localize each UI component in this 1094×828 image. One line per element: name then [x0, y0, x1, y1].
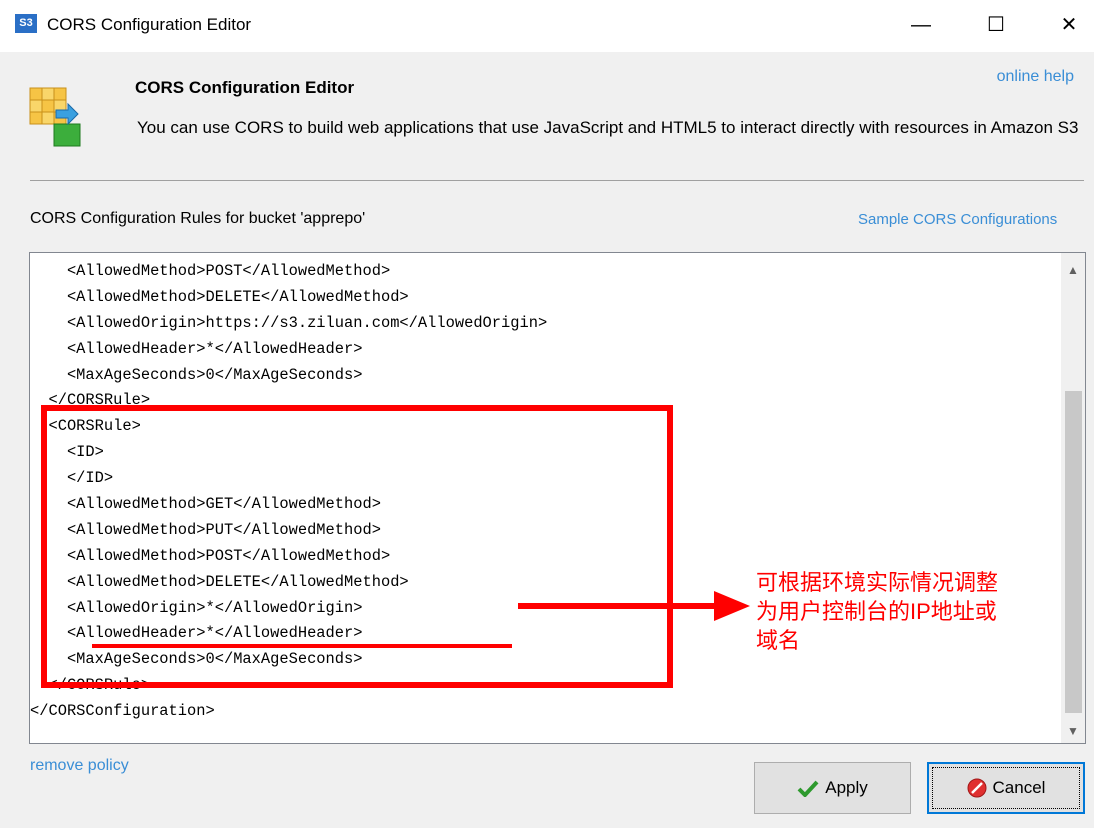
code-line: <AllowedOrigin>https://s3.ziluan.com</Al…	[30, 313, 548, 332]
window-title: CORS Configuration Editor	[47, 15, 252, 34]
vertical-scrollbar[interactable]: ▲ ▼	[1061, 253, 1085, 743]
s3-app-icon: S3	[15, 14, 37, 33]
annotation-line-2: 为用户控制台的IP地址或	[756, 599, 997, 624]
focus-rect	[932, 767, 1080, 809]
rules-label: CORS Configuration Rules for bucket 'app…	[30, 210, 366, 227]
code-line: </CORSRule>	[30, 391, 151, 410]
sample-configurations-link[interactable]: Sample CORS Configurations	[858, 211, 1057, 228]
apply-label: Apply	[825, 778, 868, 797]
annotation-text: 可根据环境实际情况调整 为用户控制台的IP地址或 域名	[756, 568, 1066, 655]
code-line: <AllowedMethod>DELETE</AllowedMethod>	[30, 287, 409, 306]
cors-xml-editor[interactable]: <AllowedMethod>POST</AllowedMethod> <All…	[29, 252, 1086, 744]
cube-export-icon	[29, 87, 81, 147]
annotation-arrow-icon	[518, 591, 750, 621]
minimize-button[interactable]: —	[898, 8, 944, 42]
remove-policy-link[interactable]: remove policy	[30, 757, 129, 775]
code-line: <MaxAgeSeconds>0</MaxAgeSeconds>	[30, 365, 363, 384]
annotation-line-3: 域名	[756, 628, 801, 653]
code-line: <AllowedMethod>PUT</AllowedMethod>	[30, 520, 381, 539]
cancel-button[interactable]: Cancel	[927, 762, 1085, 814]
header-description: You can use CORS to build web applicatio…	[137, 118, 1079, 137]
code-line: </CORSRule>	[30, 676, 151, 695]
apply-button[interactable]: Apply	[754, 762, 911, 814]
scrollbar-thumb[interactable]	[1065, 391, 1082, 713]
checkmark-icon	[797, 780, 819, 797]
header-separator	[30, 180, 1084, 181]
annotation-line-1: 可根据环境实际情况调整	[756, 570, 999, 595]
code-line: <AllowedMethod>GET</AllowedMethod>	[30, 495, 381, 514]
maximize-button[interactable]: ☐	[973, 8, 1019, 42]
header-title: CORS Configuration Editor	[135, 78, 355, 97]
code-line: <CORSRule>	[30, 417, 141, 436]
close-button[interactable]: ✕	[1046, 8, 1092, 42]
scroll-up-arrow-icon[interactable]: ▲	[1061, 253, 1085, 287]
code-line: <AllowedMethod>POST</AllowedMethod>	[30, 546, 391, 565]
code-line: </CORSConfiguration>	[30, 702, 215, 721]
code-content: <AllowedMethod>POST</AllowedMethod> <All…	[30, 259, 1060, 725]
code-line: <AllowedHeader>*</AllowedHeader>	[30, 339, 363, 358]
scroll-down-arrow-icon[interactable]: ▼	[1061, 719, 1085, 743]
code-line: <AllowedMethod>POST</AllowedMethod>	[30, 262, 391, 280]
title-bar: S3 CORS Configuration Editor — ☐ ✕	[0, 0, 1094, 52]
annotation-underline	[92, 644, 512, 648]
code-line: <ID>	[30, 443, 104, 462]
online-help-link[interactable]: online help	[997, 68, 1074, 86]
code-line: </ID>	[30, 469, 114, 488]
